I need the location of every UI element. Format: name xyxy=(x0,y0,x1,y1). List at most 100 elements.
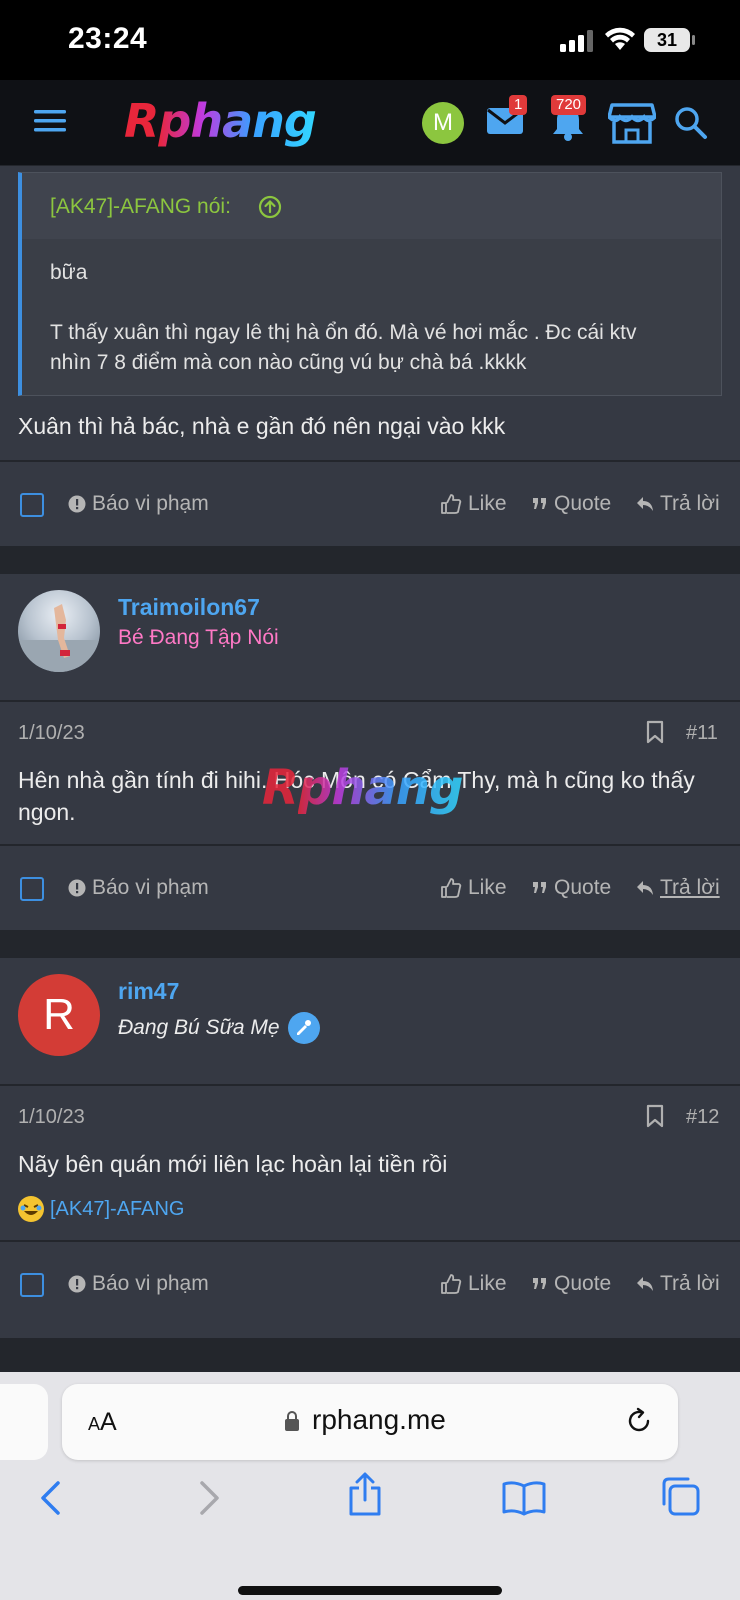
account-avatar[interactable]: M xyxy=(422,102,464,144)
search-icon[interactable] xyxy=(674,106,708,140)
wifi-icon xyxy=(605,27,635,50)
quote-button[interactable]: Quote xyxy=(532,492,611,516)
battery-indicator: 31 xyxy=(644,28,690,52)
lock-icon xyxy=(285,1411,299,1431)
user-title: Đang Bú Sữa Mẹ xyxy=(118,1016,280,1039)
status-time: 23:24 xyxy=(68,22,148,55)
logo-text: phang xyxy=(158,94,316,148)
user-avatar[interactable]: R xyxy=(18,974,100,1056)
like-button[interactable]: Like xyxy=(440,876,507,900)
quote-author[interactable]: [AK47]-AFANG nói: xyxy=(50,195,231,219)
reply-button[interactable]: Trả lời xyxy=(636,492,720,516)
reply-label: Trả lời xyxy=(660,1272,720,1295)
reply-label: Trả lời xyxy=(660,492,720,515)
logo-letter: R xyxy=(124,94,159,148)
like-button[interactable]: Like xyxy=(440,1272,507,1296)
site-logo[interactable]: Rphang xyxy=(124,94,317,148)
select-checkbox[interactable] xyxy=(20,493,44,517)
quote-label: Quote xyxy=(554,492,612,515)
laugh-emoji-icon xyxy=(18,1196,44,1222)
user-title: Bé Đang Tập Nói xyxy=(118,626,279,649)
quote-icon xyxy=(533,498,546,509)
report-button[interactable]: Báo vi phạm xyxy=(68,876,209,900)
reply-arrow-icon xyxy=(637,881,653,895)
reply-arrow-icon xyxy=(637,1277,653,1291)
select-checkbox[interactable] xyxy=(20,877,44,901)
divider xyxy=(0,700,740,702)
post-body: Xuân thì hả bác, nhà e gần đó nên ngại v… xyxy=(18,413,506,439)
forward-arrow-icon[interactable] xyxy=(198,1480,222,1516)
signal-icon xyxy=(560,30,593,52)
back-arrow-icon[interactable] xyxy=(38,1480,62,1516)
battery-cap xyxy=(692,35,695,45)
alerts-badge: 720 xyxy=(551,95,587,115)
post-date[interactable]: 1/10/23 xyxy=(18,722,85,745)
post-number[interactable]: #11 xyxy=(686,722,718,745)
address-bar[interactable]: AA rphang.me xyxy=(62,1384,678,1460)
bookmark-icon[interactable] xyxy=(646,1104,664,1128)
warning-icon xyxy=(68,1275,86,1293)
report-button[interactable]: Báo vi phạm xyxy=(68,1272,209,1296)
reload-icon[interactable] xyxy=(624,1406,654,1436)
quote-header: [AK47]-AFANG nói: xyxy=(22,173,721,239)
jump-to-quote-icon[interactable] xyxy=(258,195,282,219)
quote-text-line: nhìn 7 8 điểm mà con nào cũng vú bự chà … xyxy=(50,351,527,374)
reply-button[interactable]: Trả lời xyxy=(636,1272,720,1296)
mail-badge: 1 xyxy=(509,95,528,115)
select-checkbox[interactable] xyxy=(20,1273,44,1297)
browser-toolbar: AA rphang.me xyxy=(0,1372,740,1600)
home-indicator xyxy=(238,1586,502,1595)
aa-large: A xyxy=(100,1408,117,1436)
post-actions: Báo vi phạm Like Quote Trả lời xyxy=(0,846,740,930)
watermark-logo: Rphang xyxy=(262,760,463,816)
quote-icon xyxy=(533,1278,546,1289)
thumbs-up-icon xyxy=(441,1274,462,1294)
post-number[interactable]: #12 xyxy=(686,1106,719,1129)
report-label: Báo vi phạm xyxy=(92,492,209,515)
username[interactable]: Traimoilon67 xyxy=(118,594,260,621)
quote-block: [AK47]-AFANG nói: bữa T thấy xuân thì ng… xyxy=(18,172,722,396)
bookmarks-icon[interactable] xyxy=(502,1480,546,1516)
reply-button[interactable]: Trả lời xyxy=(636,876,720,900)
store-icon[interactable] xyxy=(608,102,656,144)
quote-button[interactable]: Quote xyxy=(532,876,611,900)
username[interactable]: rim47 xyxy=(118,978,179,1005)
reply-arrow-icon xyxy=(637,497,653,511)
user-avatar[interactable] xyxy=(18,590,100,672)
like-label: Like xyxy=(468,876,507,899)
like-label: Like xyxy=(468,1272,507,1295)
previous-tab-preview[interactable] xyxy=(0,1384,48,1460)
reader-settings-button[interactable]: AA xyxy=(88,1408,117,1437)
report-label: Báo vi phạm xyxy=(92,1272,209,1295)
watermark-text: phang xyxy=(297,760,463,816)
divider xyxy=(0,1084,740,1086)
quote-text-line: T thấy xuân thì ngay lê thị hà ổn đó. Mà… xyxy=(50,321,637,344)
tabs-icon[interactable] xyxy=(660,1476,700,1516)
reaction-summary[interactable]: [AK47]-AFANG xyxy=(18,1196,185,1222)
share-icon[interactable] xyxy=(348,1472,382,1516)
report-button[interactable]: Báo vi phạm xyxy=(68,492,209,516)
quote-label: Quote xyxy=(554,1272,612,1295)
warning-icon xyxy=(68,879,86,897)
post-body: Nãy bên quán mới liên lạc hoàn lại tiền … xyxy=(18,1151,448,1177)
url-text[interactable]: rphang.me xyxy=(312,1404,446,1436)
site-header: Rphang M 1 720 xyxy=(0,80,740,166)
user-title-row: Đang Bú Sữa Mẹ xyxy=(118,1012,320,1044)
thread-content: [AK47]-AFANG nói: bữa T thấy xuân thì ng… xyxy=(0,166,740,1372)
post-separator xyxy=(0,546,740,574)
post-separator xyxy=(0,930,740,958)
hamburger-menu-icon[interactable] xyxy=(34,108,68,134)
reaction-user[interactable]: [AK47]-AFANG xyxy=(50,1198,185,1221)
quote-label: Quote xyxy=(554,876,612,899)
thumbs-up-icon xyxy=(441,878,462,898)
post-body-line: ngon. xyxy=(18,799,76,825)
report-label: Báo vi phạm xyxy=(92,876,209,899)
quote-button[interactable]: Quote xyxy=(532,1272,611,1296)
avatar-photo-figure xyxy=(18,604,100,672)
like-label: Like xyxy=(468,492,507,515)
bookmark-icon[interactable] xyxy=(646,720,664,744)
thumbs-up-icon xyxy=(441,494,462,514)
post-date[interactable]: 1/10/23 xyxy=(18,1106,85,1129)
like-button[interactable]: Like xyxy=(440,492,507,516)
quote-icon xyxy=(533,882,546,893)
